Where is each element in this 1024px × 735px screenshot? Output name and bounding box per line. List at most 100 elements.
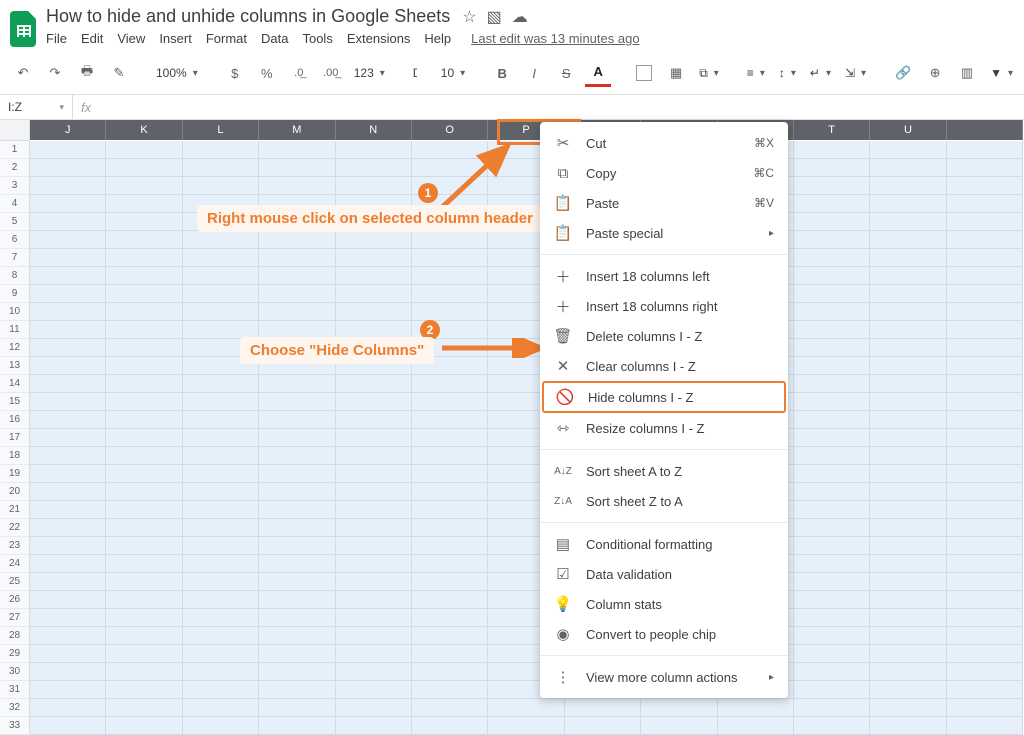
cell[interactable] xyxy=(183,537,259,555)
cell[interactable] xyxy=(183,267,259,285)
menu-extensions[interactable]: Extensions xyxy=(347,31,411,46)
cell[interactable] xyxy=(106,213,182,231)
cell[interactable] xyxy=(259,447,335,465)
cell[interactable] xyxy=(947,573,1023,591)
sheet-grid[interactable]: JKLMNOPQRSTU1234567891011121314151617181… xyxy=(0,120,1024,735)
cell[interactable] xyxy=(412,231,488,249)
column-header[interactable]: L xyxy=(183,120,259,140)
cell[interactable] xyxy=(259,519,335,537)
cell[interactable] xyxy=(30,213,106,231)
cell[interactable] xyxy=(183,375,259,393)
cell[interactable] xyxy=(794,141,870,159)
cell[interactable] xyxy=(30,663,106,681)
cell[interactable] xyxy=(336,159,412,177)
row-header[interactable]: 8 xyxy=(0,267,30,285)
cell[interactable] xyxy=(947,177,1023,195)
cell[interactable] xyxy=(336,177,412,195)
cell[interactable] xyxy=(30,411,106,429)
cell[interactable] xyxy=(106,609,182,627)
cell[interactable] xyxy=(947,141,1023,159)
cell[interactable] xyxy=(183,591,259,609)
column-header[interactable]: T xyxy=(794,120,870,140)
cell[interactable] xyxy=(106,537,182,555)
cell[interactable] xyxy=(870,357,946,375)
row-header[interactable]: 14 xyxy=(0,375,30,393)
doc-title[interactable]: How to hide and unhide columns in Google… xyxy=(46,6,450,27)
cell[interactable] xyxy=(870,537,946,555)
cell[interactable] xyxy=(794,663,870,681)
cell[interactable] xyxy=(794,447,870,465)
cell[interactable] xyxy=(870,447,946,465)
row-header[interactable]: 18 xyxy=(0,447,30,465)
name-box[interactable]: I:Z xyxy=(0,95,73,119)
cm-people-chip[interactable]: ◉Convert to people chip xyxy=(540,619,788,649)
row-header[interactable]: 7 xyxy=(0,249,30,267)
filter-icon[interactable]: ▼ xyxy=(986,61,1017,85)
row-header[interactable]: 10 xyxy=(0,303,30,321)
cell[interactable] xyxy=(641,717,717,735)
cell[interactable] xyxy=(259,141,335,159)
cell[interactable] xyxy=(259,699,335,717)
cell[interactable] xyxy=(794,357,870,375)
cell[interactable] xyxy=(30,519,106,537)
cell[interactable] xyxy=(794,573,870,591)
cell[interactable] xyxy=(947,339,1023,357)
cell[interactable] xyxy=(259,159,335,177)
column-header[interactable]: M xyxy=(259,120,335,140)
cell[interactable] xyxy=(183,285,259,303)
cell[interactable] xyxy=(183,699,259,717)
column-header[interactable]: O xyxy=(412,120,488,140)
cloud-status-icon[interactable]: ☁ xyxy=(512,7,528,27)
cell[interactable] xyxy=(794,483,870,501)
cell[interactable] xyxy=(259,303,335,321)
cell[interactable] xyxy=(412,591,488,609)
merge-cells[interactable]: ⧉ xyxy=(695,61,723,85)
column-header[interactable]: U xyxy=(870,120,946,140)
cell[interactable] xyxy=(106,663,182,681)
row-header[interactable]: 30 xyxy=(0,663,30,681)
cell[interactable] xyxy=(259,609,335,627)
row-header[interactable]: 31 xyxy=(0,681,30,699)
font-family-select[interactable]: Default (Ari... xyxy=(409,61,417,85)
cell[interactable] xyxy=(870,375,946,393)
cell[interactable] xyxy=(947,537,1023,555)
cell[interactable] xyxy=(565,699,641,717)
cell[interactable] xyxy=(336,411,412,429)
font-size-select[interactable]: 10 xyxy=(437,61,469,85)
column-header[interactable]: J xyxy=(30,120,106,140)
zoom-select[interactable]: 100% xyxy=(152,61,202,85)
cell[interactable] xyxy=(870,303,946,321)
row-header[interactable]: 6 xyxy=(0,231,30,249)
cell[interactable] xyxy=(336,231,412,249)
cell[interactable] xyxy=(947,627,1023,645)
cell[interactable] xyxy=(259,681,335,699)
cell[interactable] xyxy=(794,645,870,663)
cell[interactable] xyxy=(870,141,946,159)
menu-help[interactable]: Help xyxy=(424,31,451,46)
format-currency[interactable]: $ xyxy=(222,61,248,85)
cell[interactable] xyxy=(30,321,106,339)
cell[interactable] xyxy=(412,627,488,645)
cell[interactable] xyxy=(947,267,1023,285)
cm-copy[interactable]: ⧉Copy⌘C xyxy=(540,158,788,188)
menu-tools[interactable]: Tools xyxy=(302,31,332,46)
cell[interactable] xyxy=(870,501,946,519)
cm-hide-columns[interactable]: 🚫Hide columns I - Z xyxy=(542,381,786,413)
cell[interactable] xyxy=(870,159,946,177)
cell[interactable] xyxy=(106,231,182,249)
wrap-icon[interactable]: ↵ xyxy=(806,61,835,85)
cell[interactable] xyxy=(106,393,182,411)
cell[interactable] xyxy=(106,195,182,213)
cell[interactable] xyxy=(30,501,106,519)
cell[interactable] xyxy=(947,213,1023,231)
cell[interactable] xyxy=(794,591,870,609)
cell[interactable] xyxy=(794,177,870,195)
cell[interactable] xyxy=(30,537,106,555)
cell[interactable] xyxy=(106,645,182,663)
row-header[interactable]: 23 xyxy=(0,537,30,555)
cell[interactable] xyxy=(106,267,182,285)
fill-color-button[interactable] xyxy=(631,61,657,85)
cell[interactable] xyxy=(30,645,106,663)
cell[interactable] xyxy=(336,483,412,501)
undo-icon[interactable]: ↶ xyxy=(10,61,36,85)
